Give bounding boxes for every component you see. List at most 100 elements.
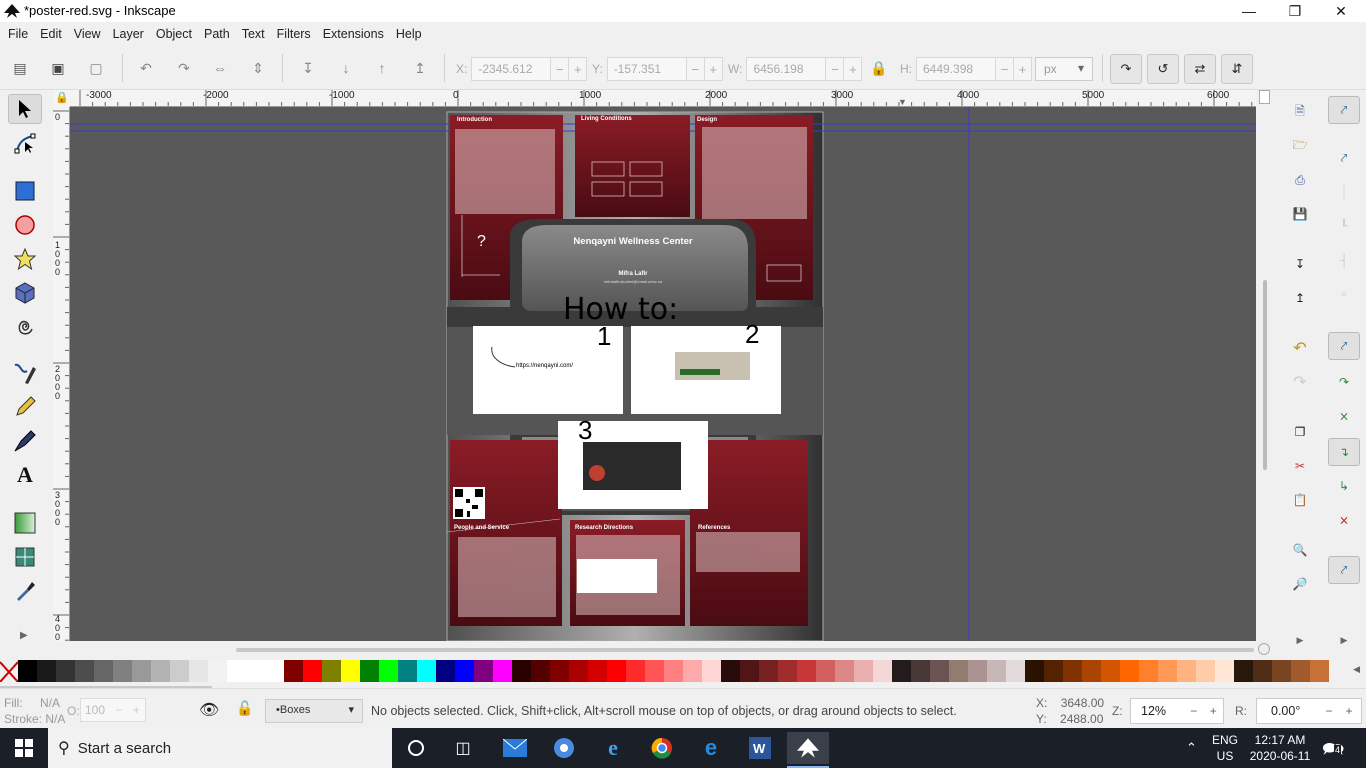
color-swatch[interactable] — [436, 660, 455, 682]
color-swatch[interactable] — [1063, 660, 1082, 682]
y-decrement-button[interactable]: − — [686, 57, 705, 81]
close-button[interactable]: ✕ — [1318, 0, 1364, 22]
palette-menu-icon[interactable]: ◀ — [1353, 664, 1360, 675]
snap-bbox-midpoint-button[interactable]: ┤ — [1328, 246, 1360, 274]
color-swatch[interactable] — [1006, 660, 1025, 682]
scale-stroke-toggle[interactable]: ↷ — [1110, 54, 1142, 84]
color-swatch[interactable] — [246, 660, 265, 682]
color-swatch[interactable] — [322, 660, 341, 682]
snap-smooth-nodes-button[interactable]: ↳ — [1328, 472, 1360, 500]
transform-gradients-toggle[interactable]: ⇄ — [1184, 54, 1216, 84]
select-all-layers-button[interactable]: ▣ — [46, 56, 70, 80]
lock-ratio-button[interactable]: 🔒 — [867, 56, 891, 80]
color-swatch[interactable] — [1082, 660, 1101, 682]
rectangle-tool[interactable] — [8, 176, 42, 206]
color-swatch[interactable] — [968, 660, 987, 682]
transform-patterns-toggle[interactable]: ⇵ — [1221, 54, 1253, 84]
inkscape-app-button[interactable] — [787, 732, 829, 764]
copy-button[interactable]: ❐ — [1288, 420, 1312, 444]
color-swatch[interactable] — [303, 660, 322, 682]
raise-to-top-button[interactable]: ↥ — [408, 56, 432, 80]
redo-button[interactable]: ↷ — [1288, 370, 1312, 394]
zoom-in-button[interactable]: + — [1203, 704, 1223, 718]
fill-value[interactable]: N/A — [40, 696, 60, 710]
color-swatch[interactable] — [56, 660, 75, 682]
dropper-tool[interactable] — [8, 576, 42, 606]
mesh-tool[interactable] — [8, 542, 42, 572]
color-swatch[interactable] — [37, 660, 56, 682]
menu-text[interactable]: Text — [236, 27, 271, 41]
color-swatch[interactable] — [930, 660, 949, 682]
color-swatch[interactable] — [132, 660, 151, 682]
color-swatch[interactable] — [512, 660, 531, 682]
3d-box-tool[interactable] — [8, 278, 42, 308]
deselect-button[interactable]: ▢ — [84, 56, 108, 80]
color-swatch[interactable] — [455, 660, 474, 682]
print-button[interactable]: ⎙ — [1288, 168, 1312, 192]
selector-tool[interactable] — [8, 94, 42, 124]
snap-others-toggle[interactable]: ⤤ — [1328, 556, 1360, 584]
color-swatch[interactable] — [664, 660, 683, 682]
color-swatch[interactable] — [1158, 660, 1177, 682]
menu-edit[interactable]: Edit — [34, 27, 68, 41]
restore-button[interactable]: ❐ — [1272, 0, 1318, 22]
x-input[interactable]: -2345.612 — [471, 57, 552, 81]
color-swatch[interactable] — [284, 660, 303, 682]
commands-more-icon[interactable]: ▶ — [1288, 628, 1312, 652]
bezier-tool[interactable] — [8, 358, 42, 388]
snap-bbox-edge-button[interactable]: ┊ — [1328, 178, 1360, 206]
chrome-app-button[interactable] — [641, 732, 683, 764]
unit-select[interactable]: px — [1035, 57, 1093, 81]
color-swatch[interactable] — [1253, 660, 1272, 682]
color-swatch[interactable] — [626, 660, 645, 682]
paste-button[interactable]: 📋 — [1288, 488, 1312, 512]
snap-more-icon[interactable]: ▶ — [1328, 626, 1360, 654]
color-swatch[interactable] — [1196, 660, 1215, 682]
internet-explorer-button[interactable]: e — [592, 732, 634, 764]
snap-nodes-toggle[interactable]: ⤤ — [1328, 332, 1360, 360]
task-view-button[interactable]: ◫ — [442, 732, 484, 764]
layer-lock-toggle[interactable]: 🔓 — [236, 700, 253, 717]
undo-button[interactable]: ↶ — [1288, 336, 1312, 360]
color-swatch[interactable] — [797, 660, 816, 682]
color-swatch[interactable] — [1215, 660, 1234, 682]
edge-app-button[interactable]: e — [690, 732, 732, 764]
pencil-tool[interactable] — [8, 392, 42, 422]
zoom-out-button[interactable]: − — [1184, 704, 1204, 718]
color-swatch[interactable] — [1025, 660, 1044, 682]
color-swatch[interactable] — [474, 660, 493, 682]
zoom-drawing-button[interactable]: 🔎 — [1288, 572, 1312, 596]
cut-button[interactable]: ✂ — [1288, 454, 1312, 478]
scale-corners-toggle[interactable]: ↺ — [1147, 54, 1179, 84]
color-swatch[interactable] — [170, 660, 189, 682]
chrome-alt-app-button[interactable] — [543, 732, 585, 764]
opacity-input[interactable]: 100 — [81, 703, 110, 717]
input-language-button[interactable]: ENG US — [1212, 732, 1238, 764]
color-swatch[interactable] — [854, 660, 873, 682]
color-swatch[interactable] — [189, 660, 208, 682]
color-manage-toggle-icon[interactable] — [1258, 643, 1270, 655]
export-button[interactable]: ↥ — [1288, 286, 1312, 310]
layer-visibility-toggle[interactable]: 👁 — [199, 700, 219, 720]
color-swatch[interactable] — [892, 660, 911, 682]
opacity-decrement-button[interactable]: − — [110, 703, 127, 717]
open-button[interactable]: 🗁 — [1288, 134, 1312, 158]
drawing-canvas[interactable]: Introduction Living Conditions Design Ne… — [70, 107, 1256, 641]
color-swatch[interactable] — [1177, 660, 1196, 682]
horizontal-scrollbar[interactable] — [70, 641, 1270, 658]
color-swatch[interactable] — [778, 660, 797, 682]
color-swatch[interactable] — [588, 660, 607, 682]
rotate-cw-button[interactable]: ↷ — [172, 56, 196, 80]
w-increment-button[interactable]: + — [844, 57, 863, 81]
select-all-button[interactable]: ▤ — [8, 56, 32, 80]
color-swatch[interactable] — [94, 660, 113, 682]
color-swatch[interactable] — [1272, 660, 1291, 682]
color-swatch[interactable] — [1291, 660, 1310, 682]
color-swatch[interactable] — [531, 660, 550, 682]
snap-bbox-button[interactable]: ⤤ — [1328, 144, 1360, 172]
menu-path[interactable]: Path — [198, 27, 236, 41]
color-swatch[interactable] — [265, 660, 284, 682]
color-swatch[interactable] — [151, 660, 170, 682]
lower-button[interactable]: ↓ — [334, 56, 358, 80]
zoom-selection-button[interactable]: 🔍 — [1288, 538, 1312, 562]
